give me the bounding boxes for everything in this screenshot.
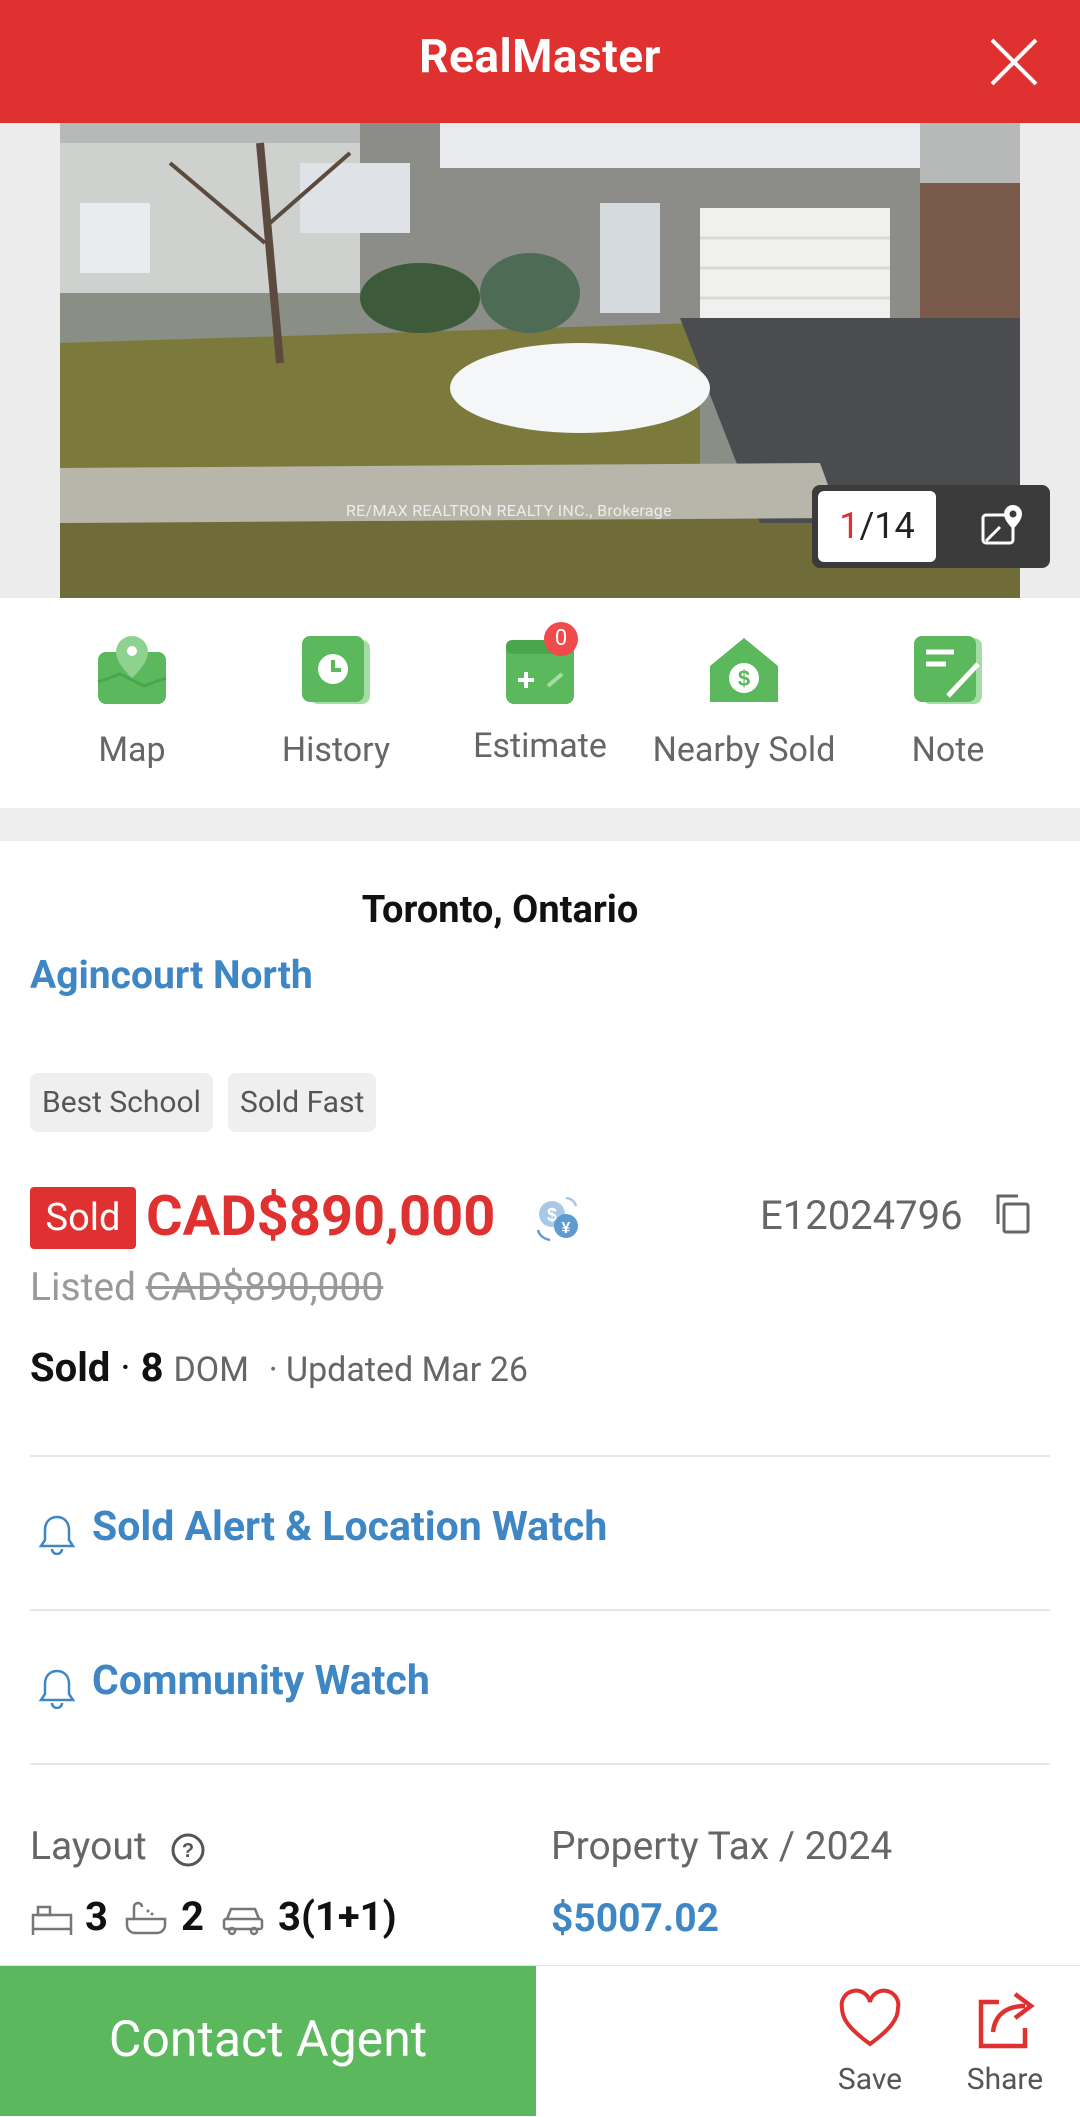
action-estimate-label: Estimate [473, 726, 607, 766]
photo-counter[interactable]: 1/14 [818, 491, 936, 562]
bedrooms-count: 3 [85, 1893, 108, 1940]
close-icon[interactable] [988, 36, 1040, 88]
divider [30, 1455, 1050, 1457]
bed-icon [31, 1905, 73, 1935]
status-badge: Sold [30, 1187, 136, 1249]
save-label: Save [837, 2062, 903, 2097]
app-title: RealMaster [419, 30, 661, 84]
history-icon [302, 636, 370, 704]
updated-date: · Updated Mar 26 [268, 1350, 528, 1390]
action-history[interactable]: History [236, 634, 436, 770]
nearby-sold-icon: $ [710, 638, 778, 702]
parking-count: 3(1+1) [278, 1893, 397, 1940]
note-icon [914, 636, 982, 704]
community-link[interactable]: Agincourt North [30, 952, 313, 998]
photo-counter-box[interactable]: 1/14 [812, 485, 1050, 568]
map-icon [97, 636, 167, 704]
listed-price: CAD$890,000 [145, 1264, 384, 1310]
action-estimate[interactable]: 0 Estimate [440, 622, 640, 766]
share-button[interactable]: Share [950, 1988, 1060, 2097]
mls-number: E12024796 [760, 1192, 963, 1239]
section-divider [0, 808, 1080, 841]
action-map-label: Map [98, 730, 166, 770]
sold-alert-label: Sold Alert & Location Watch [92, 1503, 608, 1551]
action-nearby-sold[interactable]: $ Nearby Sold [644, 634, 844, 770]
sold-price: CAD$890,000 [146, 1183, 496, 1249]
photo-counter-total: /14 [859, 505, 915, 547]
svg-text:$: $ [738, 666, 750, 691]
action-note-label: Note [911, 730, 985, 770]
listed-price-line: Listed CAD$890,000 [30, 1264, 383, 1310]
estimate-badge: 0 [544, 622, 578, 656]
contact-agent-button[interactable]: Contact Agent [0, 1966, 536, 2116]
estimate-icon-wrap: 0 [504, 622, 578, 706]
help-icon[interactable]: ? [170, 1832, 206, 1868]
action-history-label: History [281, 730, 391, 770]
car-icon [222, 1907, 264, 1936]
status-word: Sold [30, 1344, 111, 1391]
save-button[interactable]: Save [815, 1988, 925, 2097]
status-line: Sold · 8 DOM · Updated Mar 26 [30, 1344, 528, 1391]
bell-icon [38, 1669, 76, 1709]
copy-icon[interactable] [990, 1192, 1034, 1236]
listed-label: Listed [30, 1264, 137, 1310]
community-watch-label: Community Watch [92, 1657, 430, 1705]
share-icon [978, 1992, 1035, 2049]
property-tax-value: $5007.02 [551, 1895, 719, 1941]
svg-text:?: ? [182, 1840, 194, 1862]
action-bar: Map History 0 Estimate $ Nearby Sold Not… [0, 598, 1080, 808]
action-map[interactable]: Map [32, 634, 232, 770]
bell-icon [38, 1515, 76, 1555]
bath-icon [125, 1901, 167, 1935]
layout-label: Layout [30, 1823, 147, 1869]
dom-value: 8 [140, 1344, 164, 1391]
svg-text:¥: ¥ [562, 1220, 571, 1237]
bathrooms-count: 2 [181, 1893, 204, 1940]
app-header: RealMaster [0, 0, 1080, 123]
share-label: Share [966, 2062, 1044, 2097]
action-nearby-sold-label: Nearby Sold [652, 730, 836, 770]
tag-sold-fast[interactable]: Sold Fast [228, 1073, 377, 1132]
currency-exchange-icon[interactable]: $ ¥ [532, 1196, 582, 1242]
divider [30, 1763, 1050, 1765]
dom-label: DOM [173, 1350, 249, 1390]
property-tax-label: Property Tax / 2024 [551, 1823, 893, 1869]
action-note[interactable]: Note [848, 634, 1048, 770]
listing-location: Toronto, Ontario [361, 888, 639, 932]
photo-counter-current: 1 [839, 505, 860, 547]
map-location-icon[interactable] [980, 503, 1026, 549]
bottom-bar: Contact Agent Save Share [0, 1965, 1080, 2117]
tag-best-school[interactable]: Best School [30, 1073, 213, 1132]
heart-icon [839, 1988, 901, 2047]
photo-watermark: RE/MAX REALTRON REALTY INC., Brokerage [346, 501, 672, 520]
divider [30, 1609, 1050, 1611]
